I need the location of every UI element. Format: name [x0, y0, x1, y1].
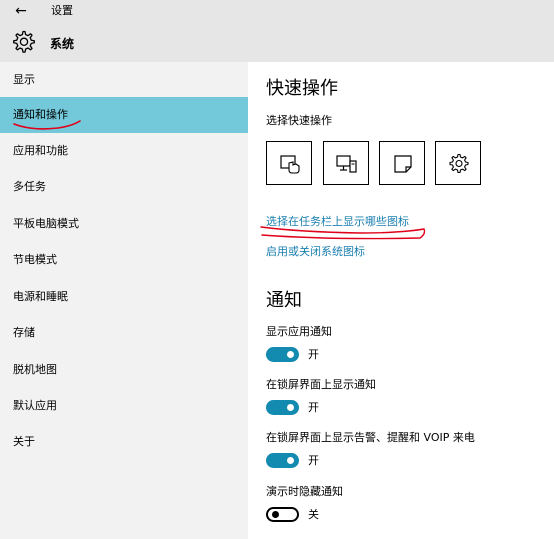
window-title: 设置 [51, 4, 73, 17]
setting-label-app-notifications: 显示应用通知 [266, 325, 332, 338]
sidebar-item-multitasking[interactable]: 多任务 [0, 169, 248, 205]
sidebar-item-about[interactable]: 关于 [0, 424, 248, 460]
lockscreen-notifications-toggle[interactable] [266, 400, 299, 415]
page-title: 系统 [50, 37, 75, 51]
sidebar-item-tablet-mode[interactable]: 平板电脑模式 [0, 206, 248, 242]
setting-label-lockscreen-notifications: 在锁屏界面上显示通知 [266, 378, 376, 391]
toggle-state-label: 开 [308, 454, 319, 467]
setting-label-lockscreen-alarms: 在锁屏界面上显示告警、提醒和 VOIP 来电 [266, 431, 475, 444]
toggle-knob [287, 457, 294, 464]
sidebar: 显示 通知和操作 应用和功能 多任务 平板电脑模式 节电模式 电源和睡眠 存储 … [0, 62, 248, 539]
connect-display-icon [336, 155, 357, 173]
sidebar-item-storage[interactable]: 存储 [0, 315, 248, 351]
quick-action-tile-tablet-mode[interactable] [266, 141, 312, 185]
note-icon [394, 155, 412, 173]
setting-label-hide-when-presenting: 演示时隐藏通知 [266, 485, 343, 498]
toggle-state-label: 关 [308, 508, 319, 521]
system-icons-link[interactable]: 启用或关闭系统图标 [266, 245, 365, 259]
quick-actions-heading: 快速操作 [266, 78, 338, 99]
quick-actions-subheading: 选择快速操作 [266, 114, 332, 127]
main-content: 快速操作 选择快速操作 选择在任务栏上显示哪些图标 启用或关闭系统图标 通知 显… [248, 62, 554, 539]
sidebar-item-default-apps[interactable]: 默认应用 [0, 388, 248, 424]
settings-gear-icon [449, 153, 469, 174]
title-bar: ← 设置 [0, 0, 554, 23]
hide-when-presenting-toggle[interactable] [266, 507, 299, 522]
notifications-heading: 通知 [266, 290, 302, 311]
gear-icon [13, 30, 35, 53]
app-notifications-toggle[interactable] [266, 347, 299, 362]
sidebar-item-battery-saver[interactable]: 节电模式 [0, 242, 248, 278]
toggle-knob [272, 511, 279, 518]
sidebar-item-display[interactable]: 显示 [0, 62, 248, 98]
toggle-state-label: 开 [308, 348, 319, 361]
sidebar-item-offline-maps[interactable]: 脱机地图 [0, 352, 248, 388]
quick-action-tile-note[interactable] [379, 141, 425, 185]
toggle-knob [287, 404, 294, 411]
sidebar-item-notifications[interactable]: 通知和操作 [0, 97, 248, 133]
sidebar-item-apps[interactable]: 应用和功能 [0, 133, 248, 169]
toggle-knob [287, 351, 294, 358]
lockscreen-alarms-toggle[interactable] [266, 453, 299, 468]
page-header: 系统 [0, 23, 554, 62]
sidebar-item-power-sleep[interactable]: 电源和睡眠 [0, 279, 248, 315]
quick-action-tile-connect[interactable] [323, 141, 369, 185]
toggle-state-label: 开 [308, 401, 319, 414]
tablet-mode-icon [280, 155, 300, 174]
taskbar-icons-link[interactable]: 选择在任务栏上显示哪些图标 [266, 215, 409, 229]
back-arrow-icon[interactable]: ← [10, 2, 32, 20]
quick-action-tile-settings[interactable] [435, 141, 481, 185]
